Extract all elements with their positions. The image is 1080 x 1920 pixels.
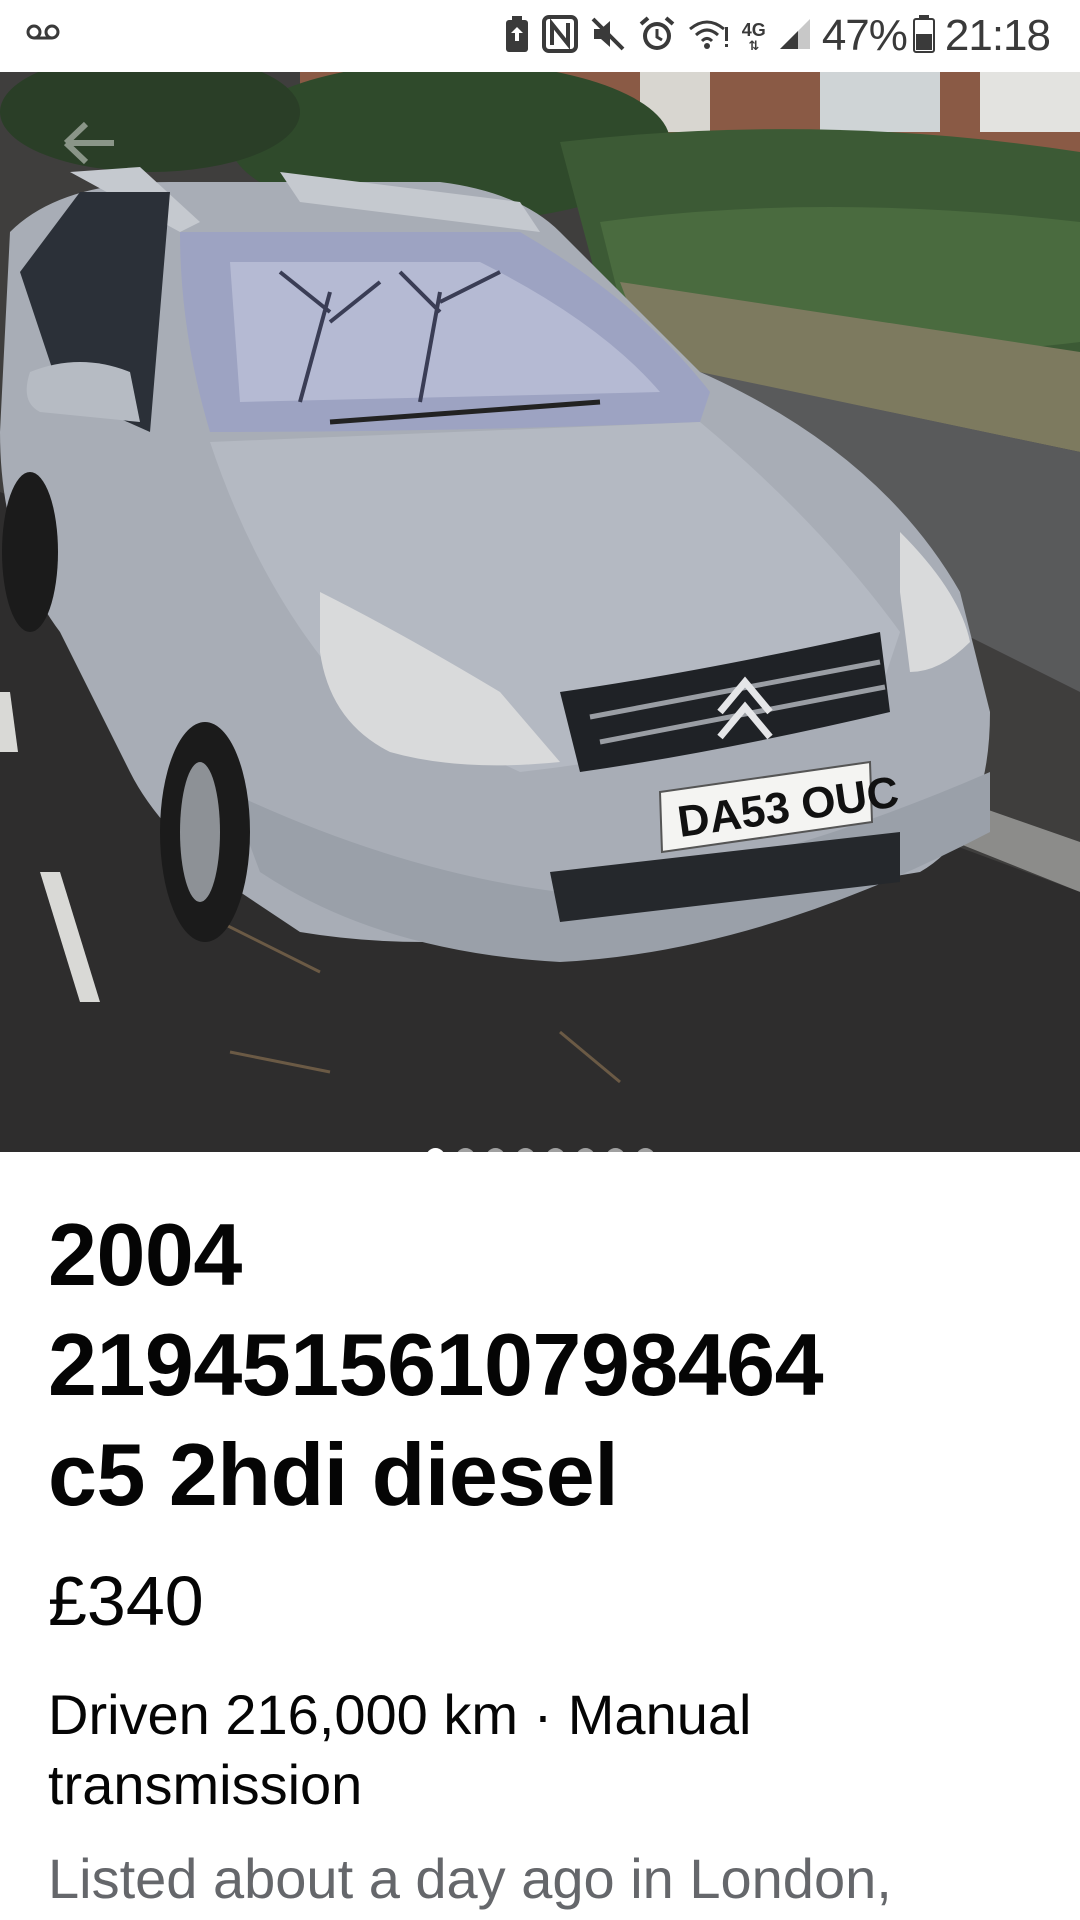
data-arrows-icon: ⇅ (748, 37, 760, 53)
status-bar: 4G ⇅ 47% 21:18 (0, 0, 1080, 72)
car-photo: DA53 OUC (0, 72, 1080, 1152)
photo-pagination-dots (0, 1148, 1080, 1152)
voicemail-icon (26, 20, 60, 49)
signal-icon (778, 17, 812, 56)
status-icons: 4G ⇅ 47% 21:18 (492, 0, 1051, 72)
listing-title-line: c5 2hdi diesel (48, 1425, 619, 1524)
battery-percent: 47% (821, 11, 908, 60)
listing-price: £340 (48, 1562, 204, 1640)
battery-saver-icon (504, 15, 530, 58)
pagination-dot[interactable] (575, 1148, 595, 1152)
listed-info: Listed about a day ago in London, (48, 1847, 892, 1910)
listing-photo-carousel[interactable]: DA53 OUC (0, 72, 1080, 1152)
pagination-dot[interactable] (515, 1148, 535, 1152)
listing-specs: Driven 216,000 km · Manual transmission (48, 1680, 1038, 1820)
pagination-dot[interactable] (605, 1148, 625, 1152)
pagination-dot[interactable] (455, 1148, 475, 1152)
battery-icon (912, 14, 935, 58)
nfc-icon (541, 14, 578, 58)
mute-icon (590, 16, 626, 57)
specs-line: transmission (48, 1753, 363, 1816)
pagination-dot[interactable] (545, 1148, 565, 1152)
wifi-icon (688, 17, 730, 56)
listing-title-line: 2194515610798464 (48, 1315, 824, 1414)
pagination-dot[interactable] (425, 1148, 445, 1152)
listing-details: 2004 2194515610798464 c5 2hdi diesel £34… (48, 1200, 1038, 1914)
specs-line: Driven 216,000 km · Manual (48, 1683, 752, 1746)
listing-title-line: 2004 (48, 1205, 242, 1304)
back-arrow-icon[interactable] (60, 118, 120, 168)
marketplace-listing-screen: 4G ⇅ 47% 21:18 DA53 OUC 2004 21945156107… (0, 0, 1080, 1920)
clock: 21:18 (944, 11, 1051, 60)
alarm-icon (638, 15, 676, 58)
pagination-dot[interactable] (485, 1148, 505, 1152)
pagination-dot[interactable] (635, 1148, 655, 1152)
listing-title: 2004 2194515610798464 c5 2hdi diesel (48, 1200, 1038, 1530)
network-type: 4G ⇅ (741, 19, 766, 53)
